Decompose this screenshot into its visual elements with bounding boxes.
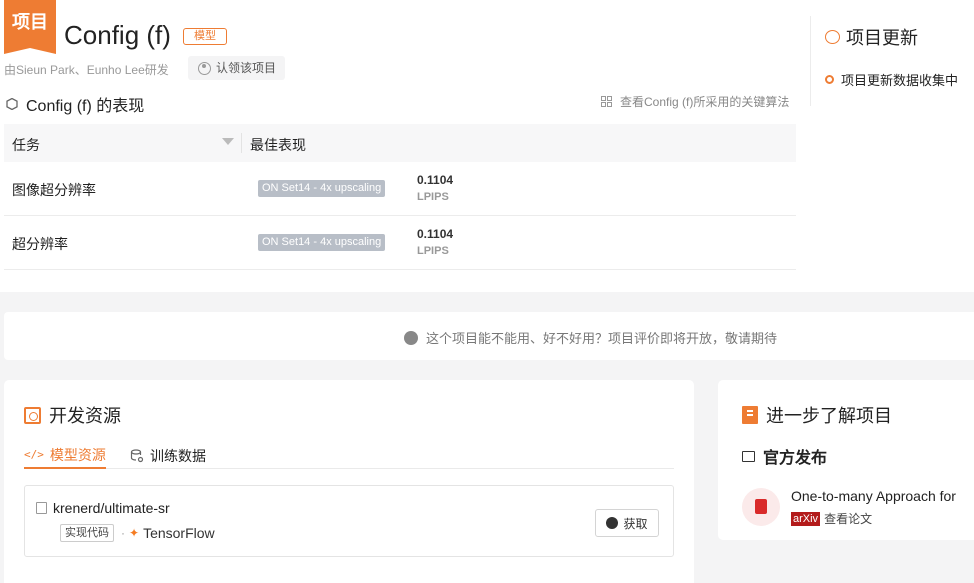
paper-icon [742, 488, 780, 526]
benchmark-tag[interactable]: ON Set14 - 4x upscaling [258, 234, 386, 251]
claim-project-button[interactable]: 认领该项目 [188, 56, 286, 80]
section-divider [810, 16, 811, 106]
table-header: 任务 最佳表现 [4, 124, 796, 162]
performance-table: 任务 最佳表现 图像超分辨率 ON Set14 - 4x upscaling 0… [4, 124, 796, 270]
resource-item: krenerd/ultimate-sr 实现代码 · ✦ TensorFlow … [24, 485, 674, 557]
official-release-heading: 官方发布 [742, 444, 827, 468]
learn-more-card: 进一步了解项目 官方发布 One-to-many Approach for ar… [718, 380, 974, 540]
framework-name: TensorFlow [143, 525, 215, 541]
column-best: 最佳表现 [250, 137, 306, 153]
dev-resources-heading-label: 开发资源 [49, 406, 121, 426]
official-release-label: 官方发布 [763, 450, 828, 467]
framework-label: · ✦ TensorFlow [121, 525, 215, 541]
project-badge: 项目 [4, 0, 56, 54]
tab-training-data[interactable]: 训练数据 [130, 442, 206, 469]
metric-value: 0.1104 [417, 227, 454, 241]
metric-name: LPIPS [417, 245, 449, 257]
column-divider [241, 133, 242, 153]
notice-label: 这个项目能不能用、好不好用？项目评价即将开放，敬请期待 [426, 331, 778, 346]
update-item-label: 项目更新数据收集中 [841, 73, 959, 88]
repo-icon [36, 502, 47, 514]
resource-tabs: </> 模型资源 训练数据 [24, 442, 674, 469]
page-title: Config (f) [64, 20, 171, 50]
repo-link[interactable]: krenerd/ultimate-sr [36, 500, 170, 516]
paper-meta: arXiv 查看论文 [791, 510, 872, 527]
table-row: 超分辨率 ON Set14 - 4x upscaling 0.1104 LPIP… [4, 216, 796, 270]
status-dot-icon [825, 75, 834, 84]
paper-title[interactable]: One-to-many Approach for [791, 488, 956, 504]
smile-icon [404, 330, 418, 345]
tensorflow-icon: ✦ [129, 526, 140, 540]
metric-value: 0.1104 [417, 173, 454, 187]
update-item: 项目更新数据收集中 [825, 70, 958, 89]
claim-label: 认领该项目 [216, 61, 277, 75]
repo-name: krenerd/ultimate-sr [53, 500, 170, 516]
dev-resources-heading: 开发资源 [24, 402, 121, 428]
benchmark-tag[interactable]: ON Set14 - 4x upscaling [258, 180, 386, 197]
updates-heading-label: 项目更新 [846, 28, 918, 48]
filter-icon[interactable] [222, 138, 234, 145]
book-icon [742, 406, 758, 424]
get-button[interactable]: 获取 [595, 509, 659, 537]
authors-text: 由Sieun Park、Eunho Lee研发 [4, 63, 169, 77]
key-algorithm-link[interactable]: 查看Config (f)所采用的关键算法 [601, 93, 789, 110]
row-task[interactable]: 图像超分辨率 [12, 180, 96, 200]
performance-heading: Config (f) 的表现 [6, 92, 144, 116]
tab-training-data-label: 训练数据 [150, 447, 206, 464]
grid-icon [601, 96, 612, 107]
view-paper-link[interactable]: 查看论文 [824, 510, 872, 527]
tab-model-resources[interactable]: </> 模型资源 [24, 442, 106, 469]
learn-more-heading-label: 进一步了解项目 [766, 406, 892, 426]
learn-more-heading: 进一步了解项目 [742, 402, 892, 428]
separator-dot: · [121, 526, 125, 540]
monitor-icon [742, 450, 755, 462]
type-tag: 模型 [183, 28, 227, 45]
table-row: 图像超分辨率 ON Set14 - 4x upscaling 0.1104 LP… [4, 162, 796, 216]
code-icon: </> [24, 448, 44, 461]
updates-heading: 项目更新 [825, 24, 918, 50]
github-icon [606, 517, 619, 529]
implementation-tag: 实现代码 [60, 524, 114, 542]
metric-name: LPIPS [417, 191, 449, 203]
dev-resources-card: 开发资源 </> 模型资源 训练数据 krenerd/ultimate-sr 实… [4, 380, 694, 583]
column-task: 任务 [12, 137, 40, 153]
hexagon-icon [6, 98, 18, 110]
database-icon [130, 448, 144, 462]
rating-notice: 这个项目能不能用、好不好用？项目评价即将开放，敬请期待 [4, 312, 974, 360]
resources-icon [24, 406, 41, 424]
user-icon [198, 61, 211, 75]
performance-heading-label: Config (f) 的表现 [26, 98, 145, 115]
key-algorithm-label: 查看Config (f)所采用的关键算法 [620, 95, 790, 109]
notice-text: 这个项目能不能用、好不好用？项目评价即将开放，敬请期待 [404, 328, 777, 347]
tab-model-resources-label: 模型资源 [49, 446, 106, 463]
chat-bubble-icon [825, 30, 840, 44]
project-header-panel: 项目 Config (f) 模型 由Sieun Park、Eunho Lee研发… [0, 0, 974, 292]
get-button-label: 获取 [623, 516, 648, 531]
row-task[interactable]: 超分辨率 [12, 234, 68, 254]
arxiv-badge: arXiv [791, 511, 821, 526]
